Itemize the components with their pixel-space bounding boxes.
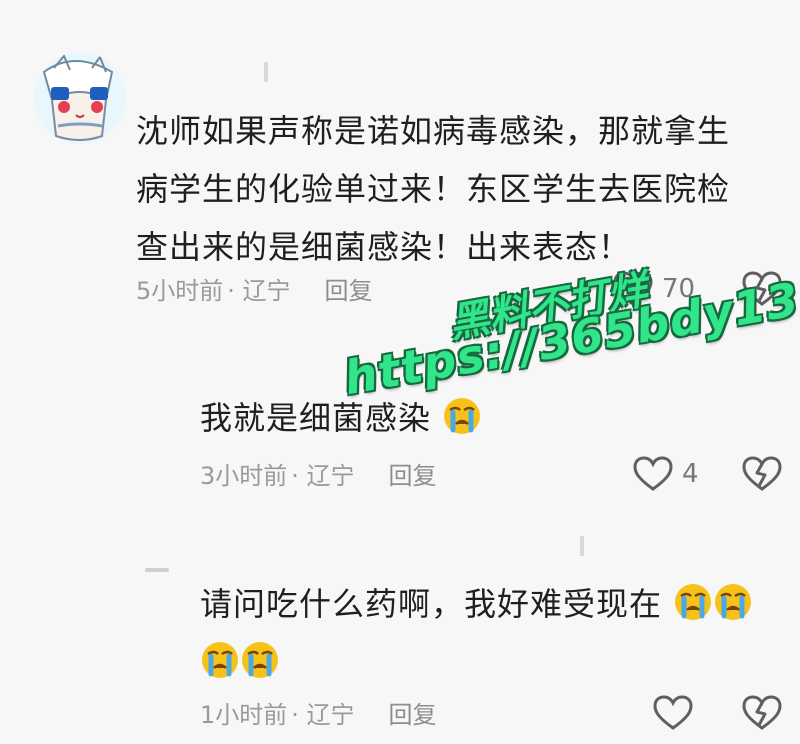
avatar-placeholder (145, 568, 169, 572)
comment-line: 病学生的化验单过来！东区学生去医院检 (136, 170, 731, 208)
timestamp: 1小时前 (200, 701, 288, 729)
heart-icon (633, 456, 673, 491)
crying-face-icon (675, 584, 712, 620)
location: · 辽宁 (227, 277, 291, 305)
like-button[interactable] (652, 694, 702, 732)
comment-meta: 1小时前 · 辽宁 回复 (200, 700, 437, 730)
like-button[interactable]: 4 (632, 455, 699, 493)
comment-text: 沈师如果声称是诺如病毒感染，那就拿生 病学生的化验单过来！东区学生去医院检 查出… (136, 102, 776, 276)
comment-line: 请问吃什么药啊，我好难受现在 (200, 575, 780, 633)
reply-button[interactable]: 回复 (389, 461, 437, 491)
dislike-button[interactable] (741, 455, 783, 493)
comment-text: 我就是细菌感染 (200, 389, 700, 447)
crying-face-icon (444, 398, 481, 434)
comment-body: 请问吃什么药啊，我好难受现在 (200, 585, 663, 623)
dislike-button[interactable] (741, 694, 783, 732)
reply-button[interactable]: 回复 (389, 700, 437, 730)
crying-face-icon (202, 642, 238, 678)
comment-body: 我就是细菌感染 (200, 399, 432, 437)
broken-heart-icon (742, 456, 782, 491)
anime-character-avatar-icon (34, 52, 126, 144)
comment-meta: 3小时前 · 辽宁 回复 (200, 461, 437, 491)
timestamp: 5小时前 (136, 277, 224, 305)
separator-mark (264, 62, 268, 82)
broken-heart-icon (742, 695, 782, 730)
location: · 辽宁 (291, 462, 355, 490)
comment-text: 请问吃什么药啊，我好难受现在 (200, 575, 780, 691)
separator-mark (580, 536, 584, 556)
like-count: 4 (682, 459, 699, 489)
crying-face-icon (242, 642, 278, 678)
location: · 辽宁 (291, 701, 355, 729)
comment-line: 沈师如果声称是诺如病毒感染，那就拿生 (136, 112, 731, 150)
heart-icon (653, 695, 693, 730)
timestamp: 3小时前 (200, 462, 288, 490)
avatar[interactable] (34, 52, 126, 144)
comment-meta: 5小时前 · 辽宁 回复 (136, 276, 373, 306)
comment-line (200, 633, 780, 691)
crying-face-icon (715, 584, 752, 620)
comment-line: 查出来的是细菌感染！出来表态！ (136, 228, 632, 266)
reply-button[interactable]: 回复 (325, 276, 373, 306)
